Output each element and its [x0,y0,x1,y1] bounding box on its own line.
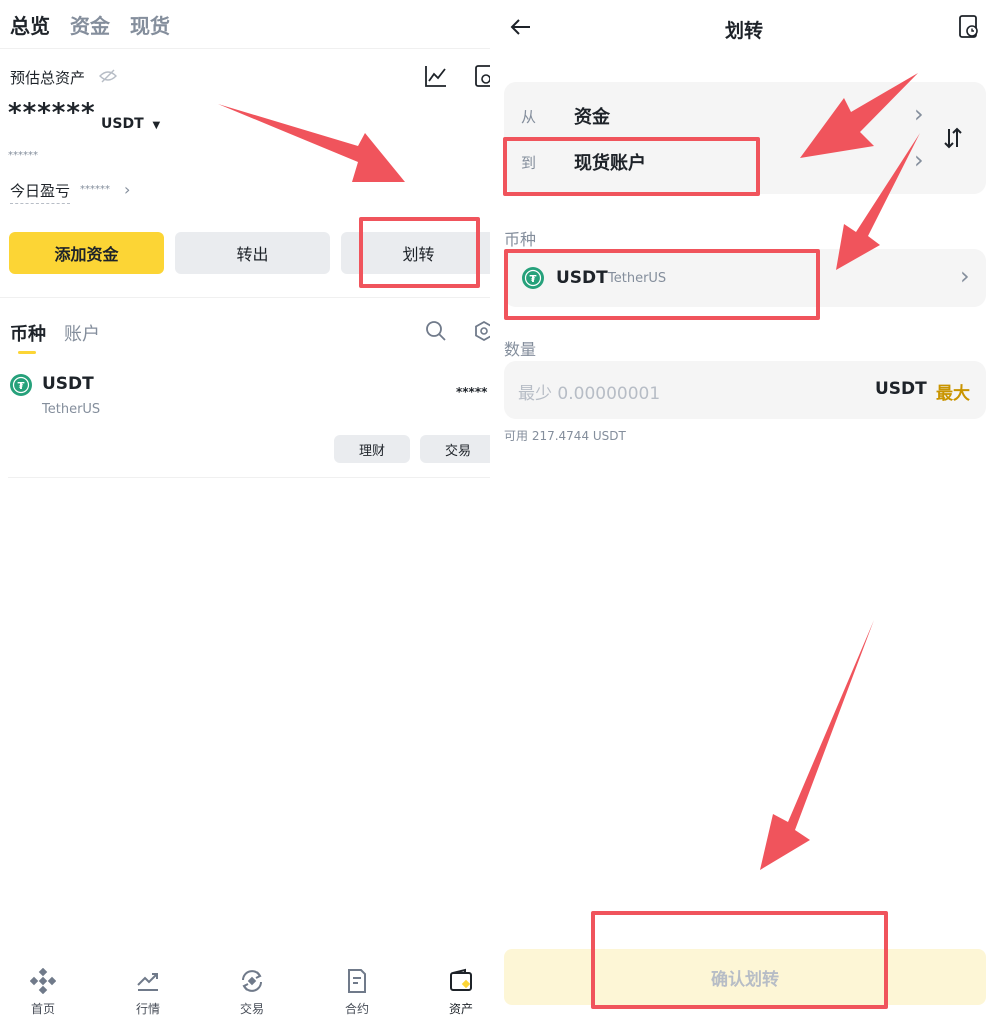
list-tab-coins[interactable]: 币种 [10,320,46,346]
amount-unit: USDT [875,379,927,399]
transfer-history-icon[interactable] [958,14,980,44]
trade-button[interactable]: 交易 [420,435,490,463]
svg-text:₮: ₮ [18,381,25,392]
tab-funding[interactable]: 资金 [70,10,110,39]
transfer-button[interactable]: 划转 [341,232,490,274]
exchange-cycle-icon [242,970,262,992]
history-icon[interactable] [474,64,490,92]
nav-label: 交易 [239,1002,264,1016]
to-label: 到 [521,154,537,172]
est-assets-label: 预估总资产 [10,69,86,87]
balance-sub: ****** [8,150,38,161]
asset-amount: ***** [456,385,488,399]
to-account[interactable]: 现货账户 [574,149,646,175]
nav-markets[interactable]: 行情 [108,968,188,1017]
asset-overview-screen: 总览 资金 现货 预估总资产 ****** USDT ▼ ****** 今日盈亏… [0,0,490,1025]
tab-spot[interactable]: 现货 [130,10,170,39]
transfer-screen: 划转 从 资金 › 到 现货账户 › 币种 ₮ USDT TetherUS › … [496,0,1000,1025]
eye-hidden-icon[interactable] [98,68,118,88]
amount-placeholder: 最少 0.00000001 [518,384,661,404]
asset-name: TetherUS [42,402,101,417]
trend-icon [137,973,158,991]
add-funds-button[interactable]: 添加资金 [9,232,164,274]
nav-label: 行情 [135,1002,160,1016]
max-button[interactable]: 最大 [936,379,970,404]
chevron-right-icon[interactable]: › [914,100,924,128]
tab-indicator [18,351,36,354]
wallet-icon [450,968,472,991]
caret-down-icon: ▼ [152,120,161,131]
account-selector-card: 从 资金 › 到 现货账户 › [504,82,986,194]
list-item[interactable]: ₮ USDT TetherUS ***** 理财 交易 [0,365,490,477]
nav-futures[interactable]: 合约 [317,968,397,1017]
nav-label: 资产 [448,1002,473,1016]
coin-name: TetherUS [608,271,667,286]
currency-selector[interactable]: USDT ▼ [101,116,160,132]
chevron-right-icon: › [960,262,970,290]
nav-home[interactable]: 首页 [3,968,83,1017]
binance-logo-icon [30,968,56,994]
amount-input[interactable]: 最少 0.00000001 USDT 最大 [504,361,986,419]
currency-label: USDT [101,116,144,132]
divider [0,297,490,298]
from-label: 从 [521,108,537,126]
confirm-transfer-button[interactable]: 确认划转 [504,949,986,1005]
nav-label: 合约 [344,1002,369,1016]
tab-overview[interactable]: 总览 [10,10,50,39]
list-tab-accounts[interactable]: 账户 [64,320,100,346]
earn-button[interactable]: 理财 [334,435,410,463]
nav-assets[interactable]: 资产 [421,968,490,1017]
search-icon[interactable] [425,320,447,346]
divider [8,477,490,478]
coin-selector[interactable]: ₮ USDT TetherUS › [504,249,986,307]
svg-text:₮: ₮ [530,274,537,285]
page-title: 划转 [724,20,763,42]
amount-label: 数量 [504,340,537,359]
coin-symbol: USDT [556,268,608,288]
tether-logo-icon: ₮ [10,374,32,400]
pnl-value: ****** [80,184,110,195]
divider [0,48,490,49]
total-balance: ****** [8,98,96,128]
swap-icon[interactable] [942,126,964,154]
chart-icon[interactable] [424,64,448,92]
nav-trade[interactable]: 交易 [212,968,292,1017]
pnl-label[interactable]: 今日盈亏 [10,180,71,204]
contract-doc-icon [348,969,366,993]
nav-label: 首页 [30,1002,55,1016]
settings-hex-icon[interactable] [474,320,490,346]
coin-label: 币种 [504,230,537,249]
chevron-right-icon[interactable]: › [124,180,130,199]
from-account[interactable]: 资金 [574,103,610,129]
asset-symbol: USDT [42,374,94,394]
available-balance: 可用 217.4744 USDT [504,429,626,443]
tether-logo-icon: ₮ [522,267,544,293]
withdraw-button[interactable]: 转出 [175,232,330,274]
chevron-right-icon[interactable]: › [914,146,924,174]
